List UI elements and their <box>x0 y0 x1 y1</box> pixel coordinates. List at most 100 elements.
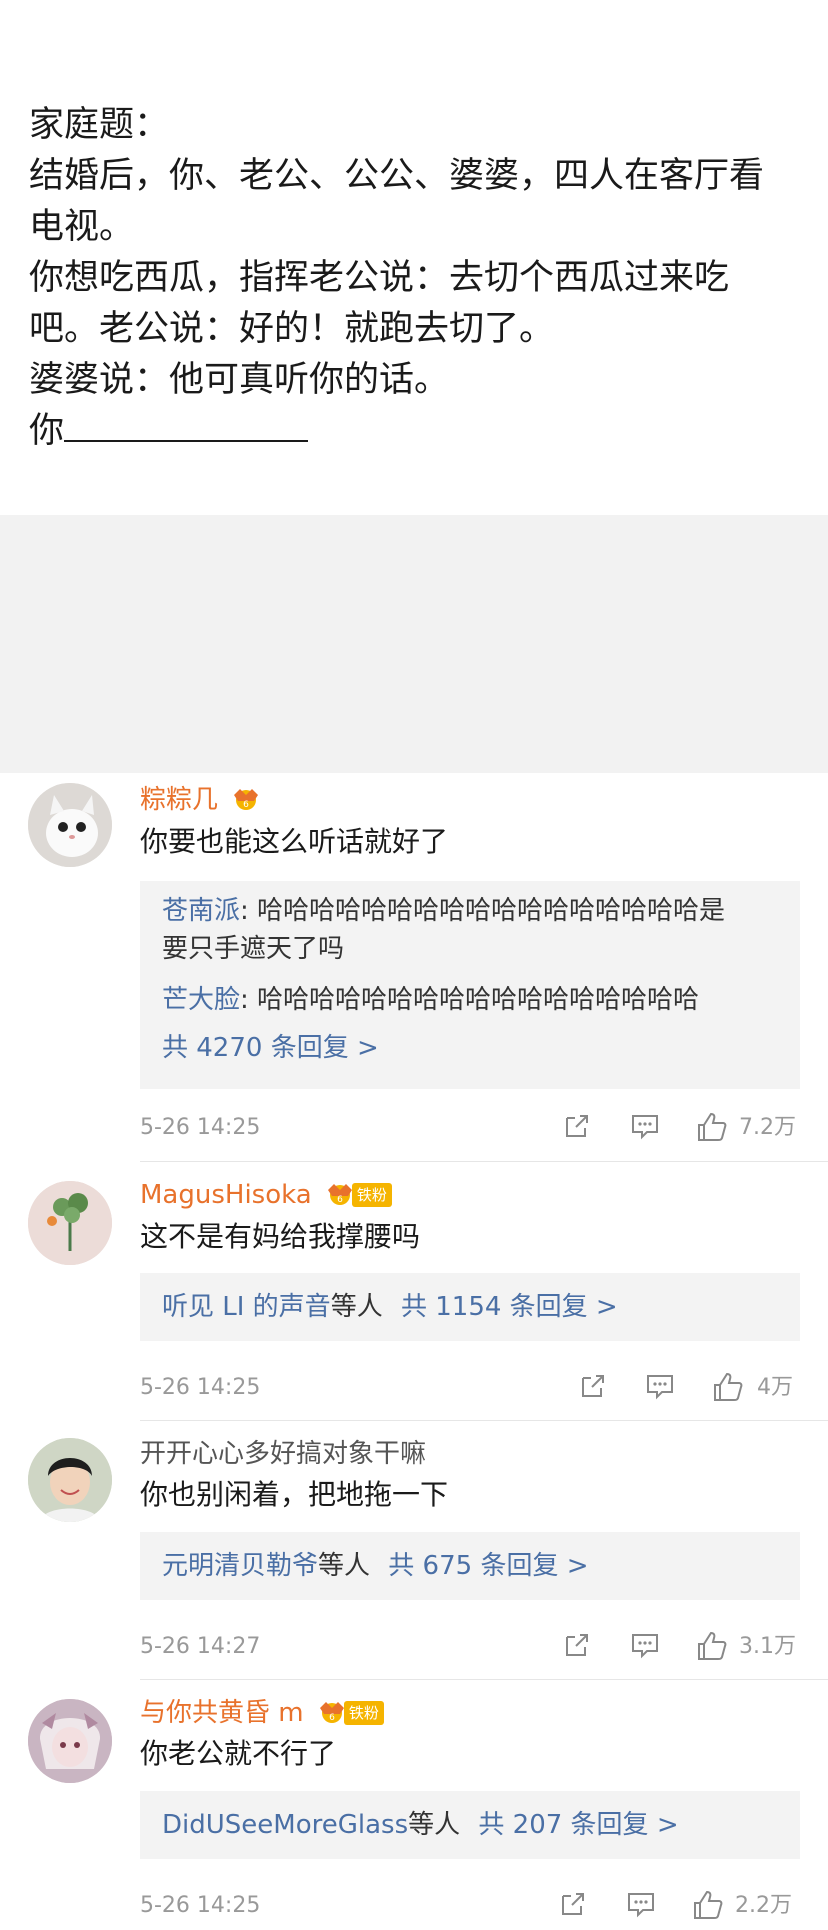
anime-avatar-icon <box>28 1699 112 1783</box>
share-icon <box>562 1893 584 1915</box>
comment-button[interactable] <box>630 1630 660 1664</box>
reply-user[interactable]: 芒大脸 <box>162 985 240 1015</box>
post-line: 婆婆说：他可真听你的话。 <box>29 360 450 400</box>
thumbs-up-icon <box>694 1890 723 1919</box>
reply-suffix: 等人 <box>318 1551 371 1581</box>
comment-meta: 5-26 14:25 2.2万 <box>140 1889 800 1923</box>
reply-item: 芒大脸: 哈哈哈哈哈哈哈哈哈哈哈哈哈哈哈哈哈 <box>162 985 700 1015</box>
reply-preview-box[interactable]: 听见 LI 的声音等人 共 1154 条回复 > <box>140 1273 800 1341</box>
comment-text: 你要也能这么听话就好了 <box>140 825 449 858</box>
comment-item: 开开心心多好搞对象干嘛 你也别闲着，把地拖一下 元明清贝勒爷等人 共 675 条… <box>0 1422 828 1681</box>
author-name[interactable]: 粽粽几 <box>140 785 218 815</box>
comment-meta: 5-26 14:25 7.2万 <box>140 1111 800 1145</box>
comment-author[interactable]: 粽粽几 6 <box>140 784 262 816</box>
like-count: 3.1万 <box>739 1634 796 1659</box>
reply-preview-box[interactable]: DidUSeeMoreGlass等人 共 207 条回复 > <box>140 1791 800 1859</box>
comment-list: 粽粽几 6 你要也能这么听话就好了 苍南派: 哈哈哈哈哈哈哈哈哈哈哈哈哈哈哈哈哈… <box>0 773 828 1930</box>
comment-meta: 5-26 14:27 3.1万 <box>140 1630 800 1664</box>
like-button[interactable] <box>692 1889 724 1923</box>
more-replies-link[interactable]: 共 207 条回复 > <box>478 1810 678 1840</box>
reply-user[interactable]: 元明清贝勒爷 <box>162 1551 318 1581</box>
like-button[interactable] <box>712 1371 744 1405</box>
comment-item: MagusHisoka 6 铁粉 这不是有妈给我撑腰吗 听见 LI 的声音等人 … <box>0 1163 828 1422</box>
comment-icon <box>632 1634 658 1659</box>
post-line: 你 <box>29 411 65 451</box>
comment-button[interactable] <box>645 1371 675 1405</box>
like-count: 4万 <box>757 1375 793 1400</box>
post-line: 结婚后，你、老公、公公、婆婆，四人在客厅看 <box>29 156 765 196</box>
fan-badge: 铁粉 <box>343 1701 384 1725</box>
author-name[interactable]: MagusHisoka <box>140 1180 312 1210</box>
divider <box>140 1679 828 1680</box>
share-button[interactable] <box>558 1889 588 1923</box>
post-line: 吧。老公说：好的！就跑去切了。 <box>29 309 555 349</box>
avatar[interactable] <box>28 1699 112 1783</box>
post-text: 家庭题： 结婚后，你、老公、公公、婆婆，四人在客厅看 电视。 你想吃西瓜，指挥老… <box>29 100 809 457</box>
reply-user[interactable]: 苍南派 <box>162 896 240 926</box>
section-gap <box>0 515 828 773</box>
divider <box>140 1161 828 1162</box>
reply-preview-box[interactable]: 元明清贝勒爷等人 共 675 条回复 > <box>140 1532 800 1600</box>
post-line: 电视。 <box>29 207 135 247</box>
thumbs-up-icon <box>698 1112 727 1141</box>
like-count: 2.2万 <box>735 1893 792 1918</box>
comment-item: 与你共黄昏 m 6 铁粉 你老公就不行了 DidUSeeMoreGlass等人 … <box>0 1681 828 1930</box>
vip-crown-icon: 6 <box>234 789 259 810</box>
author-name[interactable]: 开开心心多好搞对象干嘛 <box>140 1439 426 1469</box>
thumbs-up-icon <box>714 1372 743 1401</box>
comment-author[interactable]: 与你共黄昏 m 6 铁粉 <box>140 1697 384 1729</box>
thumbs-up-icon <box>698 1631 727 1660</box>
reply-item-cont: 要只手遮天了吗 <box>162 932 344 966</box>
fan-badge: 铁粉 <box>351 1183 392 1207</box>
reply-user[interactable]: DidUSeeMoreGlass <box>162 1810 408 1840</box>
share-button[interactable] <box>562 1111 592 1145</box>
svg-text:6: 6 <box>243 800 249 810</box>
comment-time: 5-26 14:25 <box>140 1115 261 1140</box>
reply-user[interactable]: 听见 LI 的声音 <box>162 1292 331 1322</box>
reply-text: 哈哈哈哈哈哈哈哈哈哈哈哈哈哈哈哈哈是 <box>257 896 726 926</box>
avatar[interactable] <box>28 1438 112 1522</box>
comment-icon <box>628 1893 654 1918</box>
svg-text:6: 6 <box>329 1713 335 1723</box>
divider <box>140 1420 828 1421</box>
person-avatar-icon <box>28 1438 112 1522</box>
reply-preview-box[interactable]: 苍南派: 哈哈哈哈哈哈哈哈哈哈哈哈哈哈哈哈哈是 要只手遮天了吗 芒大脸: 哈哈哈… <box>140 881 800 1089</box>
like-count: 7.2万 <box>739 1115 796 1140</box>
comment-text: 你也别闲着，把地拖一下 <box>140 1478 449 1511</box>
post-line-last: 你 <box>29 406 809 457</box>
comment-button[interactable] <box>626 1889 656 1923</box>
post-card: 家庭题： 结婚后，你、老公、公公、婆婆，四人在客厅看 电视。 你想吃西瓜，指挥老… <box>0 0 828 515</box>
comment-button[interactable] <box>630 1111 660 1145</box>
share-icon <box>566 1115 588 1137</box>
comment-icon <box>647 1375 673 1400</box>
comment-time: 5-26 14:25 <box>140 1375 261 1400</box>
reply-text: 要只手遮天了吗 <box>162 934 345 964</box>
comment-text: 你老公就不行了 <box>140 1737 337 1770</box>
comment-text: 这不是有妈给我撑腰吗 <box>140 1220 421 1253</box>
post-line: 你想吃西瓜，指挥老公说：去切个西瓜过来吃 <box>29 258 730 298</box>
more-replies-link[interactable]: 共 4270 条回复 > <box>162 1031 379 1065</box>
reply-text: 哈哈哈哈哈哈哈哈哈哈哈哈哈哈哈哈哈 <box>257 985 700 1015</box>
comment-item: 粽粽几 6 你要也能这么听话就好了 苍南派: 哈哈哈哈哈哈哈哈哈哈哈哈哈哈哈哈哈… <box>0 773 828 1163</box>
reply-summary: DidUSeeMoreGlass等人 共 207 条回复 > <box>162 1808 679 1842</box>
like-button[interactable] <box>696 1630 728 1664</box>
author-name[interactable]: 与你共黄昏 m <box>140 1698 304 1728</box>
reply-summary: 元明清贝勒爷等人 共 675 条回复 > <box>162 1549 589 1583</box>
reply-summary: 听见 LI 的声音等人 共 1154 条回复 > <box>162 1290 618 1324</box>
more-replies-link[interactable]: 共 1154 条回复 > <box>401 1292 618 1322</box>
avatar[interactable] <box>28 783 112 867</box>
comment-time: 5-26 14:27 <box>140 1634 261 1659</box>
reply-item: 苍南派: 哈哈哈哈哈哈哈哈哈哈哈哈哈哈哈哈哈是 <box>162 896 726 926</box>
post-line: 家庭题： <box>29 105 170 145</box>
svg-text:6: 6 <box>337 1195 343 1205</box>
reply-suffix: 等人 <box>330 1292 383 1322</box>
comment-author[interactable]: MagusHisoka 6 铁粉 <box>140 1179 392 1211</box>
plant-avatar-icon <box>28 1181 112 1265</box>
comment-author[interactable]: 开开心心多好搞对象干嘛 <box>140 1438 426 1470</box>
share-button[interactable] <box>578 1371 608 1405</box>
like-button[interactable] <box>696 1111 728 1145</box>
share-icon <box>566 1634 588 1656</box>
avatar[interactable] <box>28 1181 112 1265</box>
more-replies-link[interactable]: 共 675 条回复 > <box>388 1551 588 1581</box>
share-button[interactable] <box>562 1630 592 1664</box>
